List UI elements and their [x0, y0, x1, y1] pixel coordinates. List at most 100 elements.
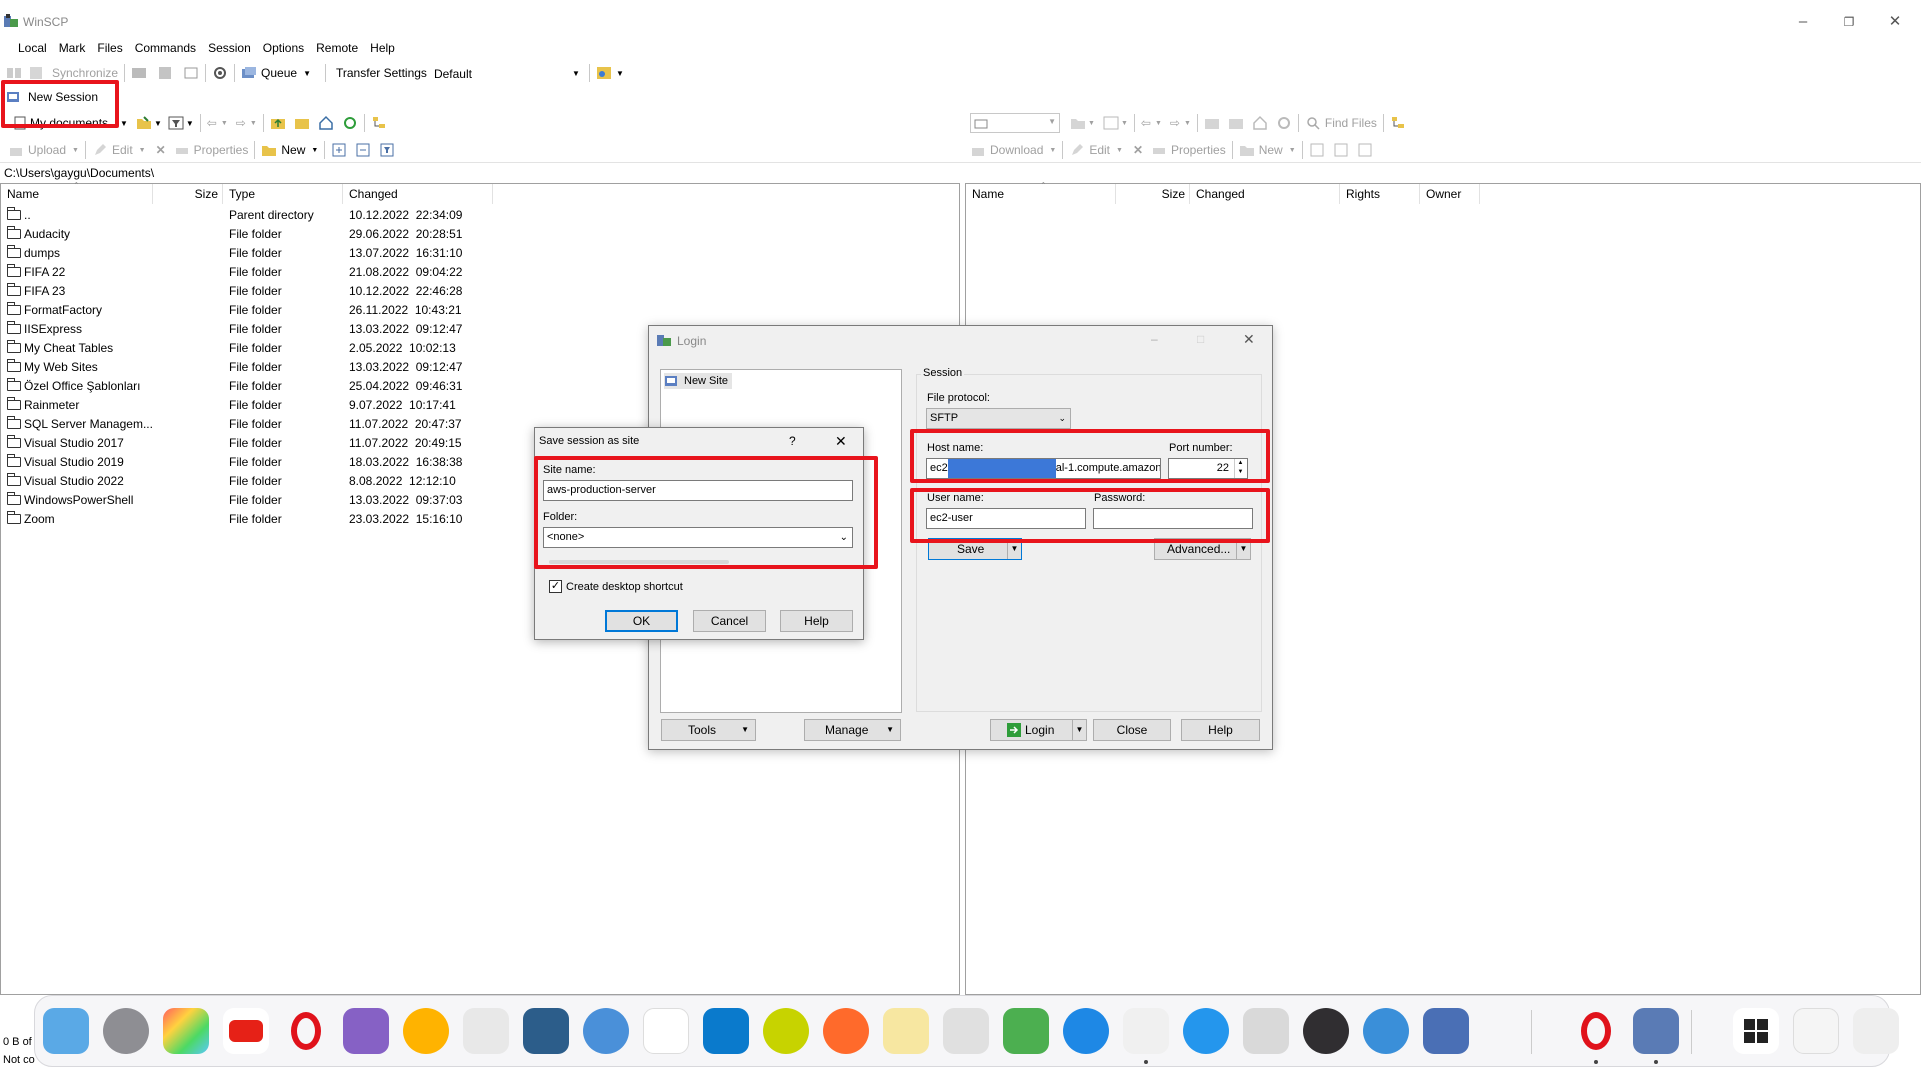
table-row[interactable]: Visual Studio 2017 File folder 11.07.2022 …	[1, 434, 491, 453]
forward-icon[interactable]: ⇨	[236, 116, 246, 130]
new-button[interactable]: New	[1259, 143, 1283, 157]
filter-icon[interactable]	[1103, 115, 1119, 131]
ok-button[interactable]: OK	[605, 610, 678, 632]
dropdown-icon[interactable]: ▼	[1155, 120, 1162, 127]
minimize-icon[interactable]: –	[1793, 12, 1813, 32]
internet-explorer-icon[interactable]	[1363, 1008, 1409, 1054]
download-button[interactable]: Download	[990, 143, 1043, 157]
edit-button[interactable]: Edit	[1089, 143, 1110, 157]
table-row[interactable]: .. Parent directory 10.12.2022 22:34:09	[1, 206, 491, 225]
dropdown-icon[interactable]: ▼	[186, 119, 194, 128]
table-row[interactable]: WindowsPowerShell File folder 13.03.2022 0…	[1, 491, 491, 510]
dropdown-icon[interactable]: ▼	[1088, 120, 1095, 127]
sync-browse-icon[interactable]	[28, 65, 44, 81]
compare-dirs-icon[interactable]	[6, 65, 22, 81]
table-row[interactable]: Visual Studio 2019 File folder 18.03.2022 …	[1, 453, 491, 472]
root-dir-icon[interactable]	[294, 115, 310, 131]
minimize-icon[interactable]: –	[1151, 332, 1158, 346]
dropdown-icon[interactable]: ▼	[311, 147, 318, 154]
table-row[interactable]: FIFA 22 File folder 21.08.2022 09:04:22	[1, 263, 491, 282]
refresh-icon[interactable]	[1276, 115, 1292, 131]
table-row[interactable]: Zoom File folder 23.03.2022 15:16:10	[1, 510, 491, 529]
column-header-changed[interactable]: Changed	[343, 184, 493, 204]
table-row[interactable]: Özel Office Şablonları File folder 25.04.2…	[1, 377, 491, 396]
maps-pin-icon[interactable]	[1063, 1008, 1109, 1054]
mysql-workbench-icon[interactable]	[523, 1008, 569, 1054]
dropdown-icon[interactable]: ▼	[154, 119, 162, 128]
dropdown-icon[interactable]: ▼	[139, 147, 146, 154]
filter-icon[interactable]	[168, 115, 184, 131]
column-header-rights[interactable]: Rights	[1340, 184, 1420, 204]
chevron-down-icon[interactable]: ▼	[1072, 720, 1086, 740]
preferences-gear-icon[interactable]	[212, 65, 228, 81]
column-header-size[interactable]: Size	[1116, 184, 1190, 204]
dropdown-icon[interactable]: ▼	[1184, 120, 1191, 127]
table-row[interactable]: FormatFactory File folder 26.11.2022 10:43…	[1, 301, 491, 320]
menu-help[interactable]: Help	[364, 38, 401, 58]
tools-button[interactable]: Tools ▼	[661, 719, 756, 741]
back-icon[interactable]: ⇦	[207, 116, 217, 130]
close-button[interactable]: Close	[1093, 719, 1171, 741]
virtualbox-icon[interactable]	[943, 1008, 989, 1054]
back-icon[interactable]: ⇦	[1141, 116, 1151, 130]
table-row[interactable]: Visual Studio 2022 File folder 8.08.2022 1…	[1, 472, 491, 491]
right-location-select[interactable]: ▼	[970, 113, 1060, 133]
select-all-icon[interactable]	[1309, 142, 1325, 158]
forward-icon[interactable]: ⇨	[1170, 116, 1180, 130]
download-icon[interactable]	[970, 142, 986, 158]
tree-icon[interactable]	[371, 115, 387, 131]
finder-icon[interactable]	[43, 1008, 89, 1054]
open-folder-icon[interactable]	[136, 115, 152, 131]
menu-session[interactable]: Session	[202, 38, 257, 58]
chat-app-icon[interactable]	[583, 1008, 629, 1054]
synchronize-button[interactable]: Synchronize	[52, 66, 118, 80]
dropdown-icon[interactable]: ▼	[1289, 147, 1296, 154]
home-icon[interactable]	[318, 115, 334, 131]
table-row[interactable]: dumps File folder 13.07.2022 16:31:10	[1, 244, 491, 263]
restore-icon[interactable]: ❐	[1839, 12, 1859, 32]
open-folder-icon[interactable]	[1070, 115, 1086, 131]
dropdown-icon[interactable]: ▼	[250, 120, 257, 127]
login-button[interactable]: Login ▼	[990, 719, 1087, 741]
menu-files[interactable]: Files	[91, 38, 128, 58]
parent-dir-icon[interactable]	[1204, 115, 1220, 131]
table-row[interactable]: SQL Server Managem... File folder 11.07.20…	[1, 415, 491, 434]
dropdown-icon[interactable]: ▼	[1049, 147, 1056, 154]
xcode-tool-icon[interactable]	[883, 1008, 929, 1054]
help-button[interactable]: Help	[1181, 719, 1260, 741]
console-icon[interactable]	[131, 65, 147, 81]
menu-options[interactable]: Options	[257, 38, 310, 58]
terminal-icon[interactable]	[157, 65, 173, 81]
vscode-icon[interactable]	[703, 1008, 749, 1054]
launchpad-icon[interactable]	[163, 1008, 209, 1054]
filter-select-icon[interactable]	[379, 142, 395, 158]
home-icon[interactable]	[1252, 115, 1268, 131]
help-button[interactable]: Help	[780, 610, 853, 632]
dropdown-icon[interactable]: ▼	[221, 120, 228, 127]
youtube-icon[interactable]	[223, 1008, 269, 1054]
left-path-bar[interactable]: C:\Users\gaygu\Documents\	[4, 166, 154, 180]
table-row[interactable]: IISExpress File folder 13.03.2022 09:12:47	[1, 320, 491, 339]
obs-icon[interactable]	[1303, 1008, 1349, 1054]
table-row[interactable]: FIFA 23 File folder 10.12.2022 22:46:28	[1, 282, 491, 301]
menu-mark[interactable]: Mark	[53, 38, 92, 58]
globe-app-icon[interactable]	[763, 1008, 809, 1054]
unselect-icon[interactable]	[1333, 142, 1349, 158]
table-row[interactable]: My Web Sites File folder 13.03.2022 09:12:…	[1, 358, 491, 377]
find-files-icon[interactable]	[1305, 115, 1321, 131]
menu-commands[interactable]: Commands	[129, 38, 202, 58]
rename-icon[interactable]	[1151, 142, 1167, 158]
menu-remote[interactable]: Remote	[310, 38, 364, 58]
select-all-icon[interactable]	[331, 142, 347, 158]
opera-icon[interactable]	[1573, 1008, 1619, 1054]
column-header-changed[interactable]: Changed	[1190, 184, 1340, 204]
column-header-size[interactable]: Size	[153, 184, 223, 204]
dropdown-icon[interactable]: ▼	[1116, 147, 1123, 154]
cancel-button[interactable]: Cancel	[693, 610, 766, 632]
site-tree-item-new-site[interactable]: New Site	[664, 373, 733, 389]
screenshot-thumbnail-icon[interactable]	[1793, 1008, 1839, 1054]
unselect-icon[interactable]	[355, 142, 371, 158]
sketch-app-icon[interactable]	[823, 1008, 869, 1054]
rename-icon[interactable]	[174, 142, 190, 158]
chevron-down-icon[interactable]: ▼	[120, 119, 128, 128]
